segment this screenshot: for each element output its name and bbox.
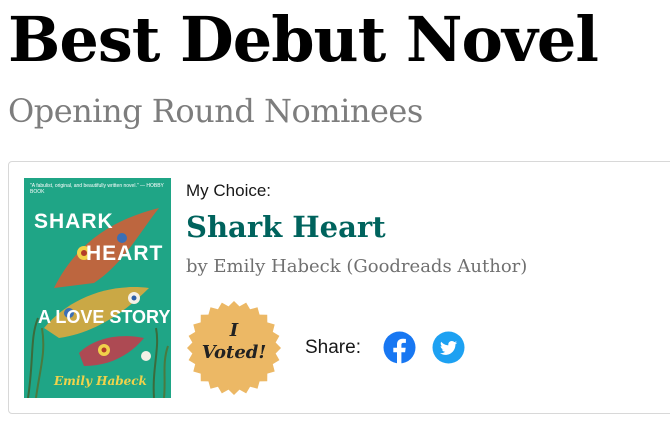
voted-line-1: I <box>229 320 239 341</box>
book-title-link[interactable]: Shark Heart <box>186 208 386 246</box>
page-title: Best Debut Novel <box>8 3 599 76</box>
facebook-icon <box>383 331 416 364</box>
cover-author: Emily Habeck <box>54 374 147 388</box>
cover-title-line1: SHARK <box>34 210 114 233</box>
book-author: by Emily Habeck (Goodreads Author) <box>186 256 528 277</box>
voted-badge: I Voted! <box>186 300 282 396</box>
cover-subtitle: A LOVE STORY <box>38 307 171 327</box>
page-subtitle: Opening Round Nominees <box>8 92 423 130</box>
book-cover[interactable]: "A fabulist, original, and beautifully w… <box>24 178 171 398</box>
twitter-share-button[interactable] <box>432 331 465 364</box>
voted-line-2: Voted! <box>201 342 267 363</box>
facebook-share-button[interactable] <box>383 331 416 364</box>
my-choice-label: My Choice: <box>186 181 272 200</box>
cover-quote: "A fabulist, original, and beautifully w… <box>30 183 164 195</box>
twitter-icon <box>432 331 465 364</box>
share-label: Share: <box>305 337 361 358</box>
cover-title-line2: HEART <box>86 242 164 265</box>
voted-badge-text: I Voted! <box>186 320 282 364</box>
